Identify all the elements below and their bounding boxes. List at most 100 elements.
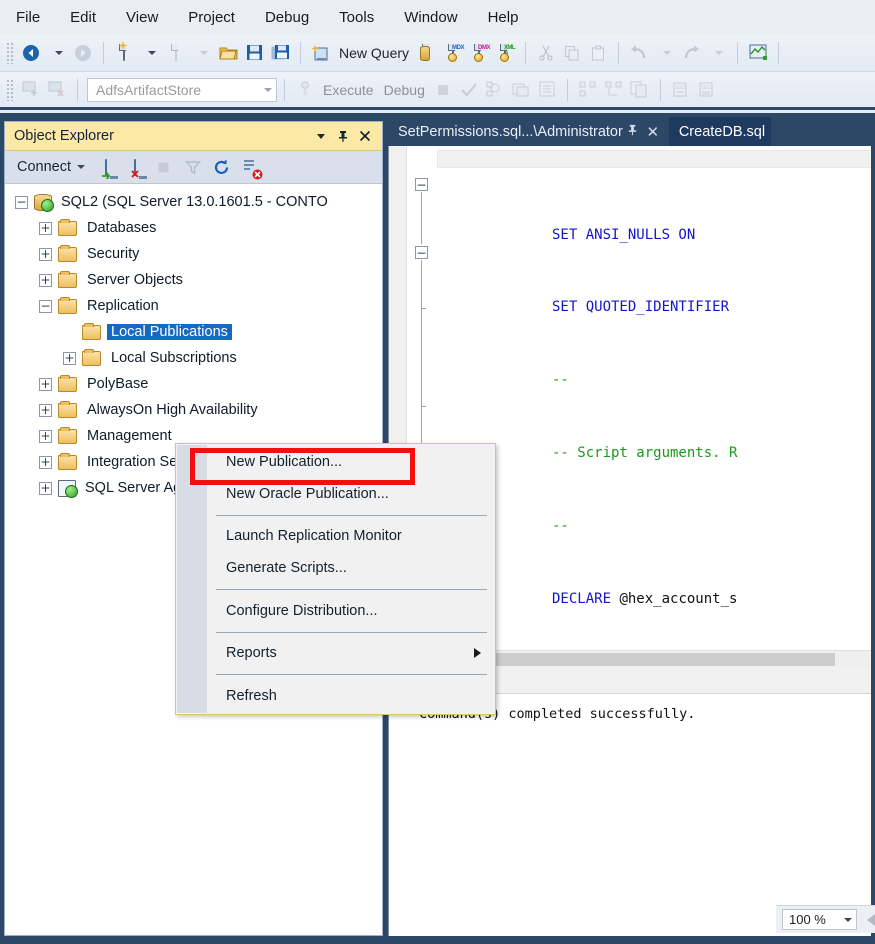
- auto-hide-pin-icon[interactable]: [332, 125, 354, 147]
- new-xmla-query-icon[interactable]: XMLA: [492, 39, 518, 67]
- auto-hide-pin-icon[interactable]: [623, 123, 643, 140]
- results-to-file-icon[interactable]: [627, 76, 653, 104]
- parse-icon[interactable]: [292, 76, 318, 104]
- toolbar-separator: [566, 78, 568, 101]
- new-query-icon[interactable]: [308, 39, 334, 67]
- expand-expander-icon[interactable]: +: [39, 403, 52, 417]
- copy-icon[interactable]: [559, 39, 585, 67]
- redo-dropdown-icon[interactable]: [704, 39, 730, 67]
- tree-node-sql2[interactable]: − SQL2 (SQL Server 13.0.1601.5 - CONTO: [5, 189, 382, 215]
- navigate-backward-icon[interactable]: [18, 39, 44, 67]
- menu-project[interactable]: Project: [186, 7, 237, 28]
- chevron-down-icon[interactable]: [264, 87, 272, 92]
- save-all-icon[interactable]: [267, 39, 293, 67]
- chevron-down-icon[interactable]: [844, 917, 852, 922]
- debug-button[interactable]: Debug: [379, 82, 430, 98]
- display-estimated-plan-icon[interactable]: [482, 76, 508, 104]
- stop-icon[interactable]: [430, 76, 456, 104]
- ctx-new-oracle-publication[interactable]: New Oracle Publication...: [176, 478, 495, 510]
- new-query-button[interactable]: New Query: [334, 45, 414, 61]
- database-selector[interactable]: AdfsArtifactStore: [87, 77, 277, 102]
- window-position-icon[interactable]: [310, 125, 332, 147]
- close-icon[interactable]: [354, 125, 376, 147]
- new-mdx-query-icon[interactable]: MDX: [440, 39, 466, 67]
- new-project-dropdown-icon[interactable]: [137, 39, 163, 67]
- execute-button[interactable]: Execute: [318, 82, 379, 98]
- collapse-expander-icon[interactable]: −: [15, 195, 28, 209]
- new-dmx-query-icon[interactable]: DMX: [466, 39, 492, 67]
- menu-debug[interactable]: Debug: [263, 7, 311, 28]
- sync-icon[interactable]: [238, 155, 263, 179]
- save-icon[interactable]: [241, 39, 267, 67]
- uncomment-icon[interactable]: 1010: [694, 76, 720, 104]
- tab-setpermissions[interactable]: SetPermissions.sql...\Administrator ✕: [388, 117, 669, 146]
- disconnect-icon[interactable]: [122, 155, 147, 179]
- menu-tools[interactable]: Tools: [337, 7, 376, 28]
- results-to-text-icon[interactable]: [575, 76, 601, 104]
- ctx-reports[interactable]: Reports: [176, 638, 495, 670]
- query-options-icon[interactable]: [508, 76, 534, 104]
- tree-node-local-publications[interactable]: Local Publications: [5, 319, 382, 345]
- expand-expander-icon[interactable]: +: [39, 221, 52, 235]
- toolbar-grip[interactable]: [6, 78, 14, 101]
- cut-icon[interactable]: [533, 39, 559, 67]
- close-icon[interactable]: ✕: [643, 123, 663, 141]
- tree-node-polybase[interactable]: + PolyBase: [5, 371, 382, 397]
- fold-collapse-icon[interactable]: −: [415, 178, 428, 191]
- new-analysis-query-icon[interactable]: [414, 39, 440, 67]
- ctx-new-publication[interactable]: New Publication...: [176, 446, 495, 478]
- parse-check-icon[interactable]: [456, 76, 482, 104]
- connect-object-explorer-icon[interactable]: [18, 76, 44, 104]
- sql-agent-icon: [58, 479, 78, 498]
- menu-file[interactable]: File: [14, 7, 42, 28]
- menu-view[interactable]: View: [124, 7, 160, 28]
- include-actual-plan-icon[interactable]: [534, 76, 560, 104]
- connect-icon[interactable]: [93, 155, 118, 179]
- undo-icon[interactable]: [626, 39, 652, 67]
- tree-node-databases[interactable]: + Databases: [5, 215, 382, 241]
- tree-node-replication[interactable]: − Replication: [5, 293, 382, 319]
- ctx-configure-distribution[interactable]: Configure Distribution...: [176, 595, 495, 627]
- fold-collapse-icon[interactable]: −: [415, 246, 428, 259]
- menu-window[interactable]: Window: [402, 7, 459, 28]
- chevron-down-icon[interactable]: [77, 165, 86, 169]
- tree-node-security[interactable]: + Security: [5, 241, 382, 267]
- paste-icon[interactable]: [585, 39, 611, 67]
- activity-monitor-icon[interactable]: [745, 39, 771, 67]
- open-file-icon[interactable]: [215, 39, 241, 67]
- tree-node-alwayson[interactable]: + AlwaysOn High Availability: [5, 397, 382, 423]
- scroll-left-icon[interactable]: [867, 913, 875, 926]
- toolbar-grip[interactable]: [6, 41, 14, 64]
- filter-icon[interactable]: [180, 155, 205, 179]
- expand-expander-icon[interactable]: +: [39, 455, 52, 469]
- ctx-launch-replication-monitor[interactable]: Launch Replication Monitor: [176, 520, 495, 552]
- expand-expander-icon[interactable]: +: [39, 247, 52, 261]
- disconnect-object-explorer-icon[interactable]: [44, 76, 70, 104]
- menu-help[interactable]: Help: [486, 7, 521, 28]
- expand-expander-icon[interactable]: +: [39, 273, 52, 287]
- ctx-generate-scripts[interactable]: Generate Scripts...: [176, 552, 495, 584]
- navigate-backward-dropdown-icon[interactable]: [44, 39, 70, 67]
- new-project-icon[interactable]: [111, 39, 137, 67]
- redo-icon[interactable]: [678, 39, 704, 67]
- zoom-selector[interactable]: 100 %: [782, 909, 857, 930]
- comment-icon[interactable]: 1010: [668, 76, 694, 104]
- undo-dropdown-icon[interactable]: [652, 39, 678, 67]
- expand-expander-icon[interactable]: +: [39, 481, 52, 495]
- refresh-icon[interactable]: [209, 155, 234, 179]
- navigate-forward-icon[interactable]: [70, 39, 96, 67]
- tree-node-server-objects[interactable]: + Server Objects: [5, 267, 382, 293]
- connect-button[interactable]: Connect: [13, 157, 89, 177]
- expand-expander-icon[interactable]: +: [39, 377, 52, 391]
- menu-edit[interactable]: Edit: [68, 7, 98, 28]
- collapse-expander-icon[interactable]: −: [39, 299, 52, 313]
- expand-expander-icon[interactable]: +: [39, 429, 52, 443]
- new-item-dropdown-icon[interactable]: [189, 39, 215, 67]
- stop-icon[interactable]: [151, 155, 176, 179]
- tab-createdb[interactable]: CreateDB.sql: [668, 117, 772, 146]
- results-to-grid-icon[interactable]: [601, 76, 627, 104]
- tree-node-local-subscriptions[interactable]: + Local Subscriptions: [5, 345, 382, 371]
- expand-expander-icon[interactable]: +: [63, 351, 76, 365]
- new-item-icon[interactable]: [163, 39, 189, 67]
- ctx-refresh[interactable]: Refresh: [176, 680, 495, 712]
